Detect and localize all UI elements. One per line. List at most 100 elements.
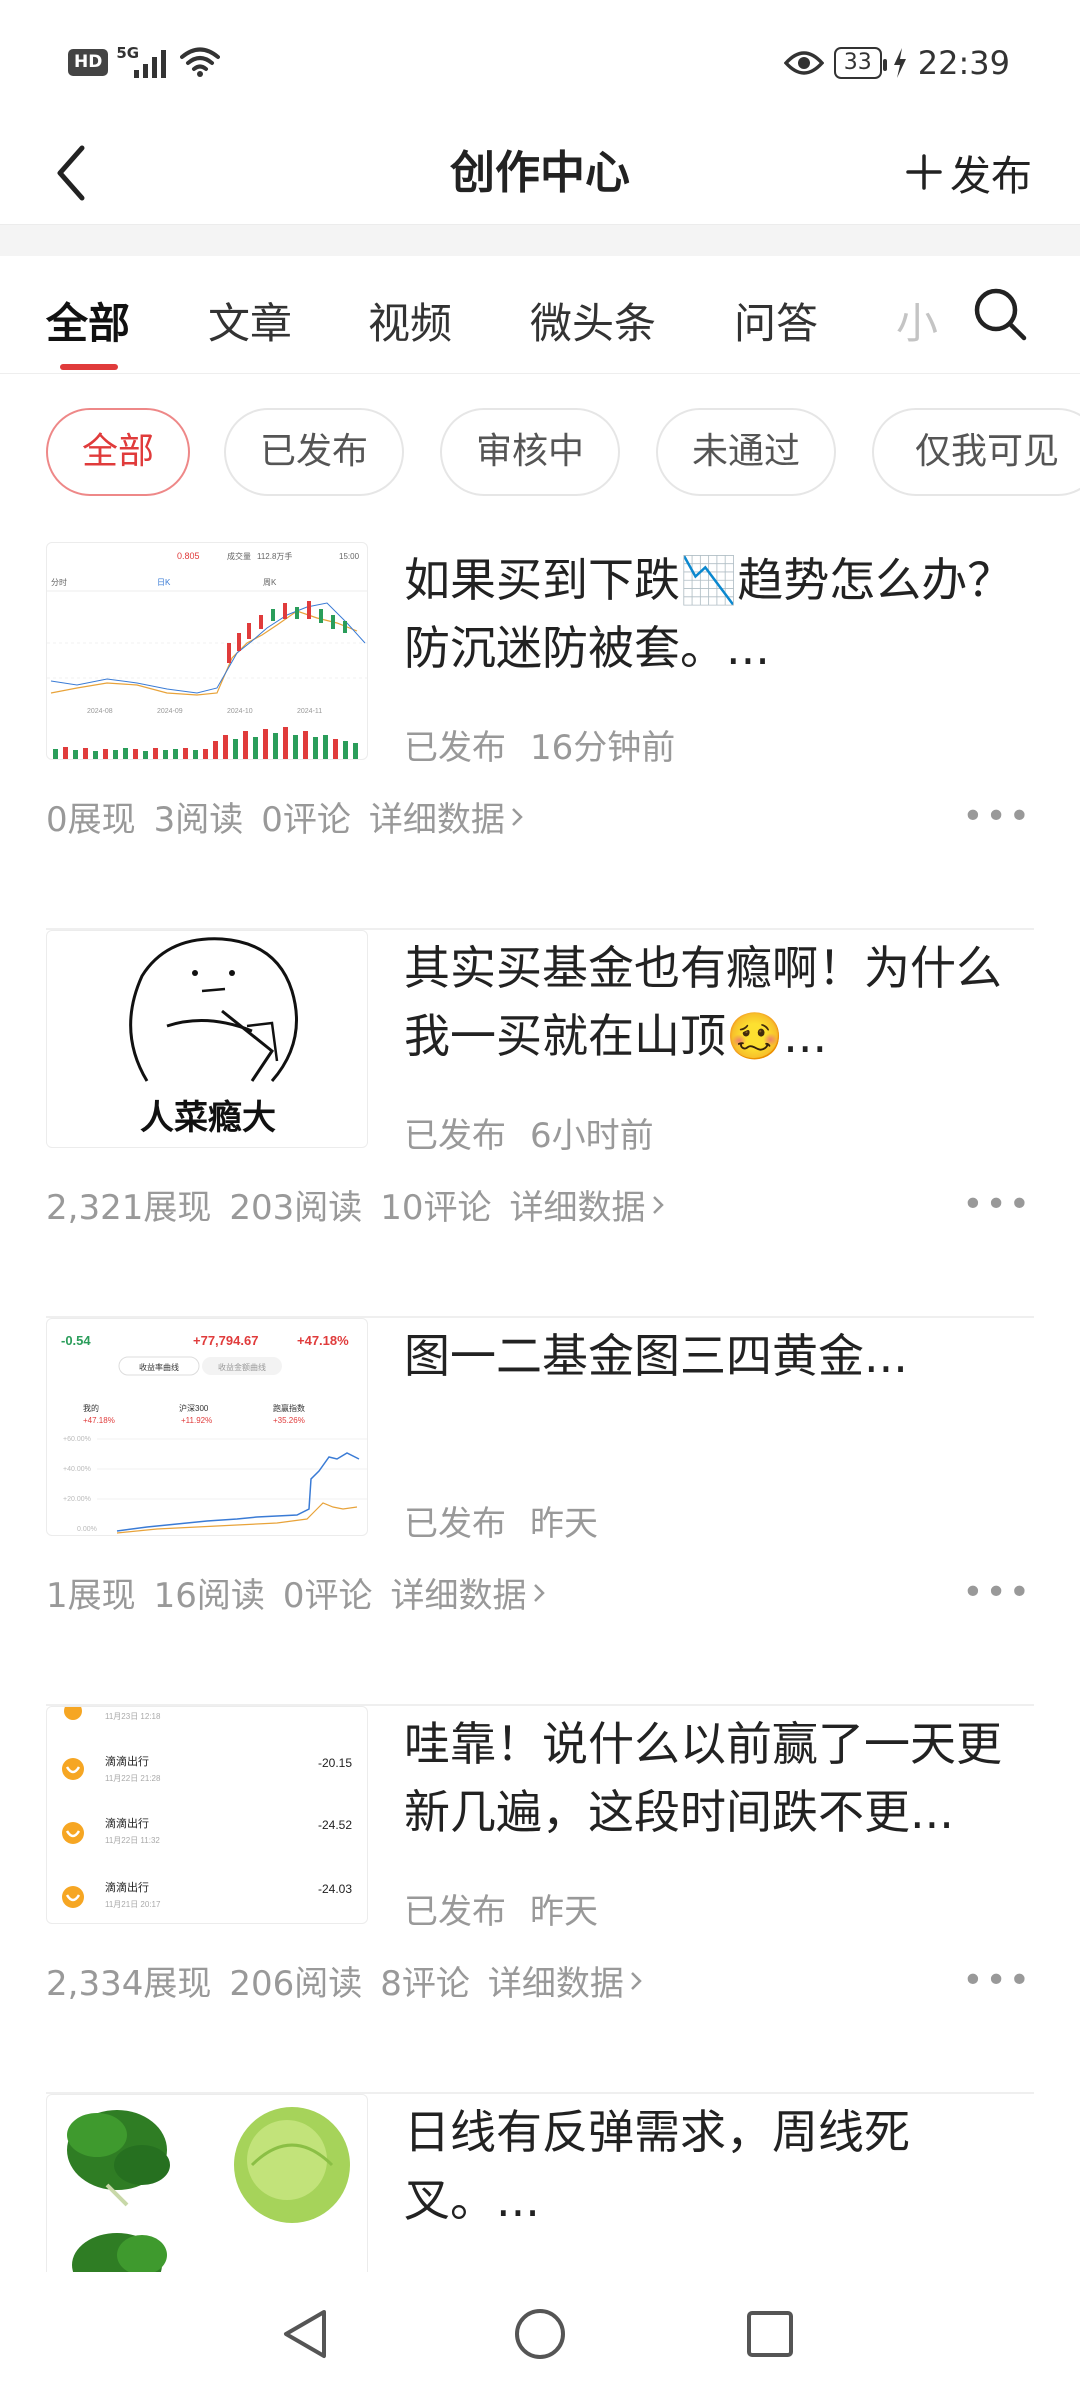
filter-rejected[interactable]: 未通过 xyxy=(656,408,836,496)
svg-text:我的: 我的 xyxy=(83,1403,99,1413)
svg-text:+11.92%: +11.92% xyxy=(181,1416,212,1425)
post-stats: 2,334展现 206阅读 8评论 详细数据 xyxy=(46,1956,644,2005)
more-options-icon[interactable]: ••• xyxy=(962,1572,1032,1613)
charging-icon xyxy=(893,48,906,78)
hd-badge: HD xyxy=(68,48,109,76)
post-status: 已发布 昨天 xyxy=(404,1504,598,1544)
chevron-right-icon xyxy=(652,1195,664,1214)
filter-reviewing[interactable]: 审核中 xyxy=(440,408,620,496)
svg-text:2024-11: 2024-11 xyxy=(297,708,322,715)
reads-count: 3阅读 xyxy=(153,800,244,840)
detail-data-link[interactable]: 详细数据 xyxy=(510,1180,666,1229)
chevron-right-icon xyxy=(631,1971,642,1990)
status-bar: HD 5G 33 22:39 xyxy=(0,0,1080,120)
reads-count: 203阅读 xyxy=(229,1188,363,1228)
svg-text:15:00: 15:00 xyxy=(339,552,360,561)
post-title[interactable]: 哇靠！说什么以前赢了一天更新几遍，这段时间跌不更... xyxy=(404,1710,1034,1846)
post-item[interactable]: 日线有反弹需求，周线死叉。... xyxy=(46,2094,1034,2272)
filter-published[interactable]: 已发布 xyxy=(224,408,404,496)
publish-button[interactable]: 发布 xyxy=(906,142,1032,202)
more-options-icon[interactable]: ••• xyxy=(962,1184,1032,1225)
tab-small-video[interactable]: 小 xyxy=(896,290,938,351)
svg-text:11月21日 20:17: 11月21日 20:17 xyxy=(105,1900,161,1909)
svg-text:-24.03: -24.03 xyxy=(318,1882,352,1896)
post-thumbnail-stock-chart: 0.805 成交量 112.8万手 15:00 分时 日K 周K 2024-08… xyxy=(46,542,368,760)
svg-text:+77,794.67: +77,794.67 xyxy=(193,1333,258,1348)
svg-text:11月23日 12:18: 11月23日 12:18 xyxy=(105,1712,161,1721)
battery-indicator: 33 xyxy=(833,46,887,80)
wifi-icon xyxy=(180,47,221,77)
svg-text:+40.00%: +40.00% xyxy=(63,1466,91,1473)
post-item[interactable]: 0.805 成交量 112.8万手 15:00 分时 日K 周K 2024-08… xyxy=(46,542,1034,930)
nav-back-icon[interactable] xyxy=(276,2304,336,2364)
impressions-count: 0展现 xyxy=(46,800,136,840)
filter-all[interactable]: 全部 xyxy=(46,408,190,496)
detail-data-link[interactable]: 详细数据 xyxy=(391,1568,547,1617)
top-app-bar: 创作中心 发布 xyxy=(0,120,1080,226)
status-left: HD 5G xyxy=(68,44,221,80)
plus-icon xyxy=(906,154,942,190)
more-options-icon[interactable]: ••• xyxy=(962,1960,1032,2001)
post-thumbnail-meme: 人菜瘾大 xyxy=(46,930,368,1148)
tab-all[interactable]: 全部 xyxy=(46,290,130,351)
header-divider-band xyxy=(0,224,1080,256)
svg-text:11月22日 21:28: 11月22日 21:28 xyxy=(105,1774,161,1783)
nav-home-icon[interactable] xyxy=(510,2304,570,2364)
tab-qa[interactable]: 问答 xyxy=(734,290,818,351)
active-tab-indicator xyxy=(60,364,118,370)
post-item[interactable]: -0.54 +77,794.67 +47.18% 收益率曲线 收益金额曲线 我的… xyxy=(46,1318,1034,1706)
post-stats: 0展现 3阅读 0评论 详细数据 xyxy=(46,792,525,841)
post-title[interactable]: 如果买到下跌📉趋势怎么办？防沉迷防被套。... xyxy=(404,546,1034,682)
svg-text:2024-08: 2024-08 xyxy=(87,708,113,715)
post-status: 已发布 16分钟前 xyxy=(404,728,676,768)
impressions-count: 2,321展现 xyxy=(46,1188,212,1228)
system-navigation-bar xyxy=(0,2272,1080,2388)
svg-text:成交量: 成交量 xyxy=(227,551,251,561)
search-icon[interactable] xyxy=(972,286,1028,342)
svg-text:2024-09: 2024-09 xyxy=(157,708,183,715)
svg-text:+47.18%: +47.18% xyxy=(83,1416,115,1425)
svg-text:滴滴出行: 滴滴出行 xyxy=(105,1754,149,1768)
post-title[interactable]: 图一二基金图三四黄金... xyxy=(404,1322,1034,1390)
tab-articles[interactable]: 文章 xyxy=(208,290,292,351)
chevron-right-icon xyxy=(512,807,523,826)
tab-videos[interactable]: 视频 xyxy=(368,290,452,351)
post-item[interactable]: 11月23日 12:18 滴滴出行 11月22日 21:28 -20.15 滴滴… xyxy=(46,1706,1034,2094)
svg-text:+47.18%: +47.18% xyxy=(297,1333,349,1348)
post-title[interactable]: 日线有反弹需求，周线死叉。... xyxy=(404,2098,1034,2234)
tab-micro-posts[interactable]: 微头条 xyxy=(530,290,656,351)
svg-text:日K: 日K xyxy=(157,578,171,587)
svg-text:-20.15: -20.15 xyxy=(318,1756,352,1770)
svg-text:2024-10: 2024-10 xyxy=(227,708,253,715)
post-stats: 1展现 16阅读 0评论 详细数据 xyxy=(46,1568,547,1617)
svg-text:滴滴出行: 滴滴出行 xyxy=(105,1816,149,1830)
comments-count: 0评论 xyxy=(282,1576,373,1616)
more-options-icon[interactable]: ••• xyxy=(962,796,1032,837)
svg-text:-24.52: -24.52 xyxy=(318,1818,352,1832)
impressions-count: 1展现 xyxy=(46,1576,136,1616)
payment-row: 滴滴出行 11月22日 21:28 -20.15 xyxy=(62,1754,352,1783)
reads-count: 16阅读 xyxy=(153,1576,265,1616)
status-right: 33 22:39 xyxy=(783,44,1010,82)
impressions-count: 2,334展现 xyxy=(46,1964,212,2004)
chevron-right-icon xyxy=(533,1583,545,1602)
svg-text:112.8万手: 112.8万手 xyxy=(257,551,292,561)
filter-private[interactable]: 仅我可见 xyxy=(872,408,1080,496)
clock: 22:39 xyxy=(917,44,1010,82)
svg-text:滴滴出行: 滴滴出行 xyxy=(105,1880,149,1894)
post-item[interactable]: 人菜瘾大 其实买基金也有瘾啊！为什么我一买就在山顶🥴... 已发布 6小时前 2,… xyxy=(46,930,1034,1318)
detail-data-link[interactable]: 详细数据 xyxy=(369,792,525,841)
post-title[interactable]: 其实买基金也有瘾啊！为什么我一买就在山顶🥴... xyxy=(404,934,1034,1070)
nav-recents-icon[interactable] xyxy=(740,2304,800,2364)
publish-label: 发布 xyxy=(950,152,1032,200)
post-stats: 2,321展现 203阅读 10评论 详细数据 xyxy=(46,1180,666,1229)
svg-text:周K: 周K xyxy=(263,578,277,587)
detail-data-link[interactable]: 详细数据 xyxy=(488,1956,644,2005)
post-thumbnail-fund-chart: -0.54 +77,794.67 +47.18% 收益率曲线 收益金额曲线 我的… xyxy=(46,1318,368,1536)
post-status: 已发布 昨天 xyxy=(404,1892,598,1932)
reads-count: 206阅读 xyxy=(229,1964,363,2004)
svg-text:0.00%: 0.00% xyxy=(77,1526,97,1533)
eye-icon xyxy=(783,51,824,75)
svg-text:沪深300: 沪深300 xyxy=(179,1403,209,1413)
comments-count: 8评论 xyxy=(380,1964,470,2004)
